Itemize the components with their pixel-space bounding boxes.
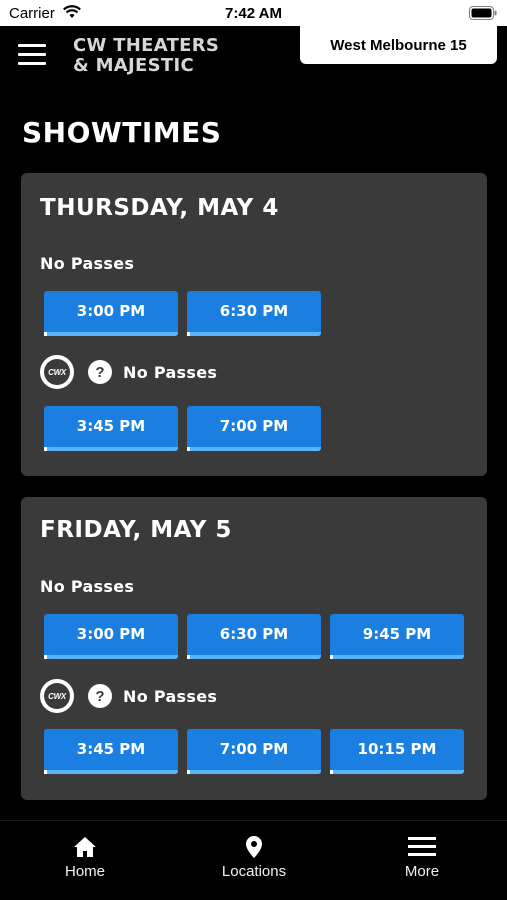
- showtime-button[interactable]: 9:45 PM: [330, 614, 464, 659]
- showtime-button[interactable]: 3:45 PM: [44, 729, 178, 774]
- location-selector-button[interactable]: West Melbourne 15: [300, 26, 497, 64]
- showtime-button[interactable]: 6:30 PM: [187, 291, 321, 336]
- tab-locations[interactable]: Locations: [194, 835, 314, 880]
- showtime-button[interactable]: 3:45 PM: [44, 406, 178, 451]
- location-pin-icon: [194, 835, 314, 859]
- day-title: FRIDAY, MAY 5: [40, 517, 232, 543]
- home-icon: [25, 835, 145, 859]
- day-title: THURSDAY, MAY 4: [40, 195, 279, 221]
- menu-icon: [362, 835, 482, 859]
- format-label: No Passes: [40, 576, 135, 596]
- brand-line-1: CW THEATERS: [73, 35, 220, 56]
- tab-home[interactable]: Home: [25, 835, 145, 880]
- format-label: No Passes: [123, 362, 218, 382]
- tab-locations-label: Locations: [221, 863, 287, 880]
- format-row-cwx: CWX ? No Passes: [40, 355, 218, 389]
- showtimes-row: 3:00 PM 6:30 PM: [44, 291, 330, 336]
- battery-icon: [469, 6, 497, 25]
- format-row-standard: No Passes: [40, 248, 134, 278]
- app-header: CW THEATERS & MAJESTIC West Melbourne 15: [0, 26, 507, 90]
- status-bar: Carrier 7:42 AM: [0, 0, 507, 26]
- cwx-logo-icon: CWX: [40, 355, 74, 389]
- help-icon[interactable]: ?: [88, 684, 112, 708]
- showtime-button[interactable]: 3:00 PM: [44, 614, 178, 659]
- page-title: SHOWTIMES: [22, 116, 222, 149]
- help-icon[interactable]: ?: [88, 360, 112, 384]
- showtimes-row: 3:45 PM 7:00 PM: [44, 406, 330, 451]
- showtime-button[interactable]: 6:30 PM: [187, 614, 321, 659]
- tab-home-label: Home: [64, 863, 105, 880]
- brand-logo: CW THEATERS & MAJESTIC: [73, 36, 219, 76]
- day-card-thursday: THURSDAY, MAY 4 No Passes 3:00 PM 6:30 P…: [21, 173, 487, 476]
- showtimes-row: 3:00 PM 6:30 PM 9:45 PM: [44, 614, 473, 659]
- showtime-button[interactable]: 3:00 PM: [44, 291, 178, 336]
- format-label: No Passes: [123, 686, 218, 706]
- showtimes-row: 3:45 PM 7:00 PM 10:15 PM: [44, 729, 473, 774]
- status-time: 7:42 AM: [225, 5, 282, 22]
- showtime-button[interactable]: 7:00 PM: [187, 729, 321, 774]
- showtime-button[interactable]: 7:00 PM: [187, 406, 321, 451]
- tab-more[interactable]: More: [362, 835, 482, 880]
- hamburger-menu-icon[interactable]: [18, 44, 46, 66]
- format-row-standard: No Passes: [40, 571, 134, 601]
- bottom-tab-bar: Home Locations More: [0, 820, 507, 900]
- format-row-cwx: CWX ? No Passes: [40, 679, 218, 713]
- format-label: No Passes: [40, 253, 135, 273]
- tab-more-label: More: [404, 863, 440, 880]
- showtime-button[interactable]: 10:15 PM: [330, 729, 464, 774]
- day-card-friday: FRIDAY, MAY 5 No Passes 3:00 PM 6:30 PM …: [21, 497, 487, 800]
- cwx-logo-icon: CWX: [40, 679, 74, 713]
- brand-line-2: & MAJESTIC: [73, 55, 194, 76]
